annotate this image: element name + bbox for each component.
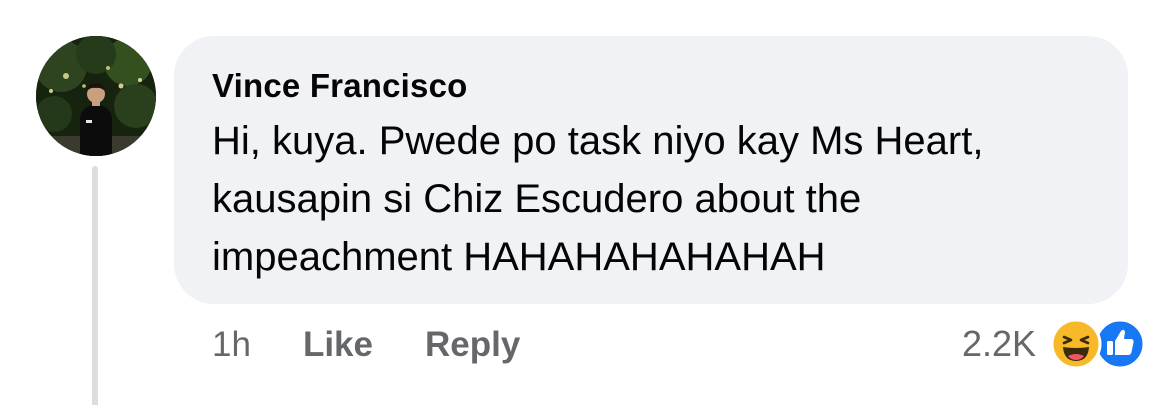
like-button[interactable]: Like (303, 325, 373, 365)
comment-actions: 1h Like Reply (212, 322, 572, 368)
comment: Vince Francisco Hi, kuya. Pwede po task … (0, 0, 1170, 405)
comment-text: Hi, kuya. Pwede po task niyo kay Ms Hear… (212, 119, 984, 279)
reaction-icons (1050, 318, 1146, 370)
avatar[interactable] (36, 36, 156, 156)
haha-icon (1050, 318, 1102, 370)
reply-button[interactable]: Reply (425, 325, 520, 365)
reaction-count: 2.2K (961, 323, 1036, 364)
comment-timestamp[interactable]: 1h (212, 325, 251, 365)
avatar-photo (36, 36, 156, 156)
thread-line (92, 166, 98, 405)
comment-bubble: Vince Francisco Hi, kuya. Pwede po task … (174, 36, 1128, 304)
comment-author[interactable]: Vince Francisco (212, 64, 1092, 108)
reactions-summary[interactable]: 2.2K (962, 318, 1146, 370)
